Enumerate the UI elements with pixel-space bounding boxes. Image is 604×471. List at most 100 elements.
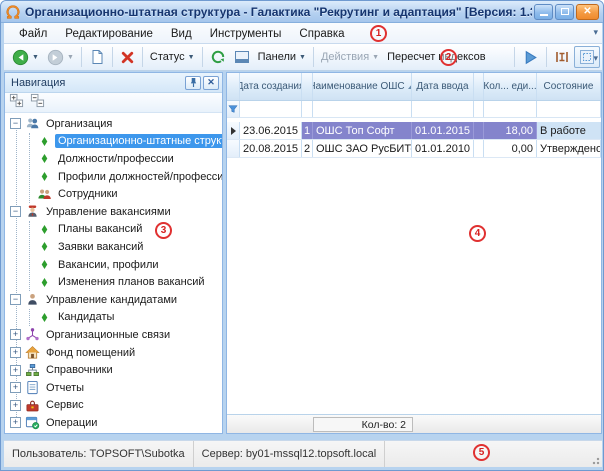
expand-icon[interactable]: + [10,364,21,376]
table-cell[interactable] [474,140,484,157]
recalc-label: Пересчет индексов [387,51,486,63]
tree-node[interactable]: + Отчеты [5,379,222,397]
status-dropdown-button[interactable]: Статус ▼ [146,46,199,68]
table-cell[interactable]: 1 [302,122,313,139]
column-header[interactable]: Дата ввода [412,73,474,100]
panels-dropdown-button[interactable]: Панели ▼ [254,46,310,68]
expand-icon[interactable]: + [10,399,21,411]
table-cell[interactable]: В работе [537,122,601,139]
tree-node[interactable]: + Справочники [5,361,222,379]
tree-node[interactable]: − Управление кандидатами [5,291,222,309]
close-button[interactable]: ✕ [576,3,599,20]
tree-node[interactable]: − Организация [5,115,222,133]
filter-cell[interactable] [240,101,302,117]
tree-node-label: Управление кандидатами [46,293,178,306]
table-cell[interactable]: ОШС Топ Софт [313,122,412,139]
panel-view-button[interactable] [230,46,254,68]
tree-node-label: Управление вакансиями [46,205,171,218]
tree-leaf[interactable]: Кандидаты [30,309,222,327]
fit-columns-button[interactable] [550,46,574,68]
maximize-button[interactable] [555,3,574,20]
column-header[interactable]: Дата создания [240,73,302,100]
table-cell[interactable] [474,122,484,139]
menubar-overflow-icon[interactable]: ▾ [593,27,598,38]
new-document-button[interactable] [85,46,109,68]
close-panel-icon[interactable]: ✕ [203,75,219,90]
tree-node-label: Сотрудники [58,188,118,201]
tree-leaf[interactable]: Изменения планов вакансий [30,273,222,291]
table-cell[interactable]: 0,00 [484,140,537,157]
tree-node[interactable]: + Операции [5,414,222,431]
run-button[interactable] [518,46,543,68]
tree-node[interactable]: + Сервис [5,397,222,415]
resize-grip[interactable] [590,455,600,465]
menu-item[interactable]: Вид [162,26,201,42]
menu-item[interactable]: Файл [10,26,56,42]
expand-icon[interactable]: + [10,347,21,359]
tree-leaf[interactable]: Должности/профессии [30,150,222,168]
column-header[interactable]: Состояние [537,73,601,100]
collapse-icon[interactable]: − [10,118,21,130]
minimize-button[interactable] [534,3,553,20]
filter-icon[interactable] [227,101,240,117]
toolbar-overflow-icon[interactable]: ▾ [593,53,598,64]
table-cell[interactable]: 01.01.2015 [412,122,474,139]
recalc-indexes-button[interactable]: Пересчет индексов [383,46,490,68]
column-header[interactable]: Наименование ОШС [313,73,412,100]
actions-dropdown-button[interactable]: Действия ▼ [317,46,383,68]
filter-cell[interactable] [484,101,537,117]
table-row[interactable]: 23.06.2015 1 ОШС Топ Софт 01.01.2015 18,00 В … [227,122,601,140]
tree-leaf[interactable]: Профили должностей/профессий [30,168,222,186]
column-header[interactable] [227,73,240,100]
column-header[interactable] [474,73,484,100]
tree-node-label: Фонд помещений [46,346,136,359]
filter-cell[interactable] [302,101,313,117]
table-cell[interactable]: 18,00 [484,122,537,139]
tree-node[interactable]: − Управление вакансиями [5,203,222,221]
tree-node[interactable]: + Фонд помещений [5,344,222,362]
pin-icon[interactable] [185,75,201,90]
back-button[interactable]: ▼ [8,46,43,68]
expand-icon[interactable]: + [10,329,21,341]
column-header-label: Дата ввода [416,81,469,92]
table-cell[interactable]: ОШС ЗАО РусБИТех [313,140,412,157]
grid-filter-row[interactable] [227,101,601,118]
tree-leaf[interactable]: Организационно-штатные структуры [30,133,222,151]
filter-cell[interactable] [412,101,474,117]
tree-leaf[interactable]: Планы вакансий [30,221,222,239]
forward-button[interactable]: ▼ [43,46,78,68]
column-header[interactable] [302,73,313,100]
refresh-button[interactable] [206,46,230,68]
toolbar: ▼ ▼ Статус ▼ Панели ▼ Действия ▼ Пересче… [4,44,602,71]
filter-cell[interactable] [537,101,601,117]
table-cell[interactable]: Утверждено [537,140,601,157]
tree-leaf[interactable]: Вакансии, профили [30,256,222,274]
row-selector[interactable] [227,122,240,139]
filter-cell[interactable] [474,101,484,117]
table-row[interactable]: 20.08.2015 2 ОШС ЗАО РусБИТех 01.01.2010 0,0… [227,140,601,158]
tree-node-label: Организация [46,117,113,130]
table-cell[interactable]: 20.08.2015 [240,140,302,157]
expand-icon[interactable]: + [10,382,21,394]
tree-leaf[interactable]: Заявки вакансий [30,238,222,256]
annotation-circle-5: 5 [473,444,490,461]
tree-node[interactable]: + Организационные связи [5,326,222,344]
diamond-icon [36,239,52,255]
collapse-all-button[interactable] [30,93,45,113]
delete-button[interactable] [116,46,139,68]
collapse-icon[interactable]: − [10,206,21,218]
expand-all-button[interactable] [9,93,24,113]
table-cell[interactable]: 01.01.2010 [412,140,474,157]
expand-icon[interactable]: + [10,417,21,429]
title-bar[interactable]: Организационно-штатная структура - Галак… [1,1,603,23]
filter-cell[interactable] [313,101,412,117]
column-header[interactable]: Кол... еди... [484,73,537,100]
table-cell[interactable]: 2 [302,140,313,157]
menu-item[interactable]: Справка [290,26,353,42]
menu-item[interactable]: Инструменты [201,26,291,42]
menu-item[interactable]: Редактирование [56,26,162,42]
tree-leaf[interactable]: Сотрудники [30,185,222,203]
row-selector[interactable] [227,140,240,157]
table-cell[interactable]: 23.06.2015 [240,122,302,139]
collapse-icon[interactable]: − [10,294,21,306]
